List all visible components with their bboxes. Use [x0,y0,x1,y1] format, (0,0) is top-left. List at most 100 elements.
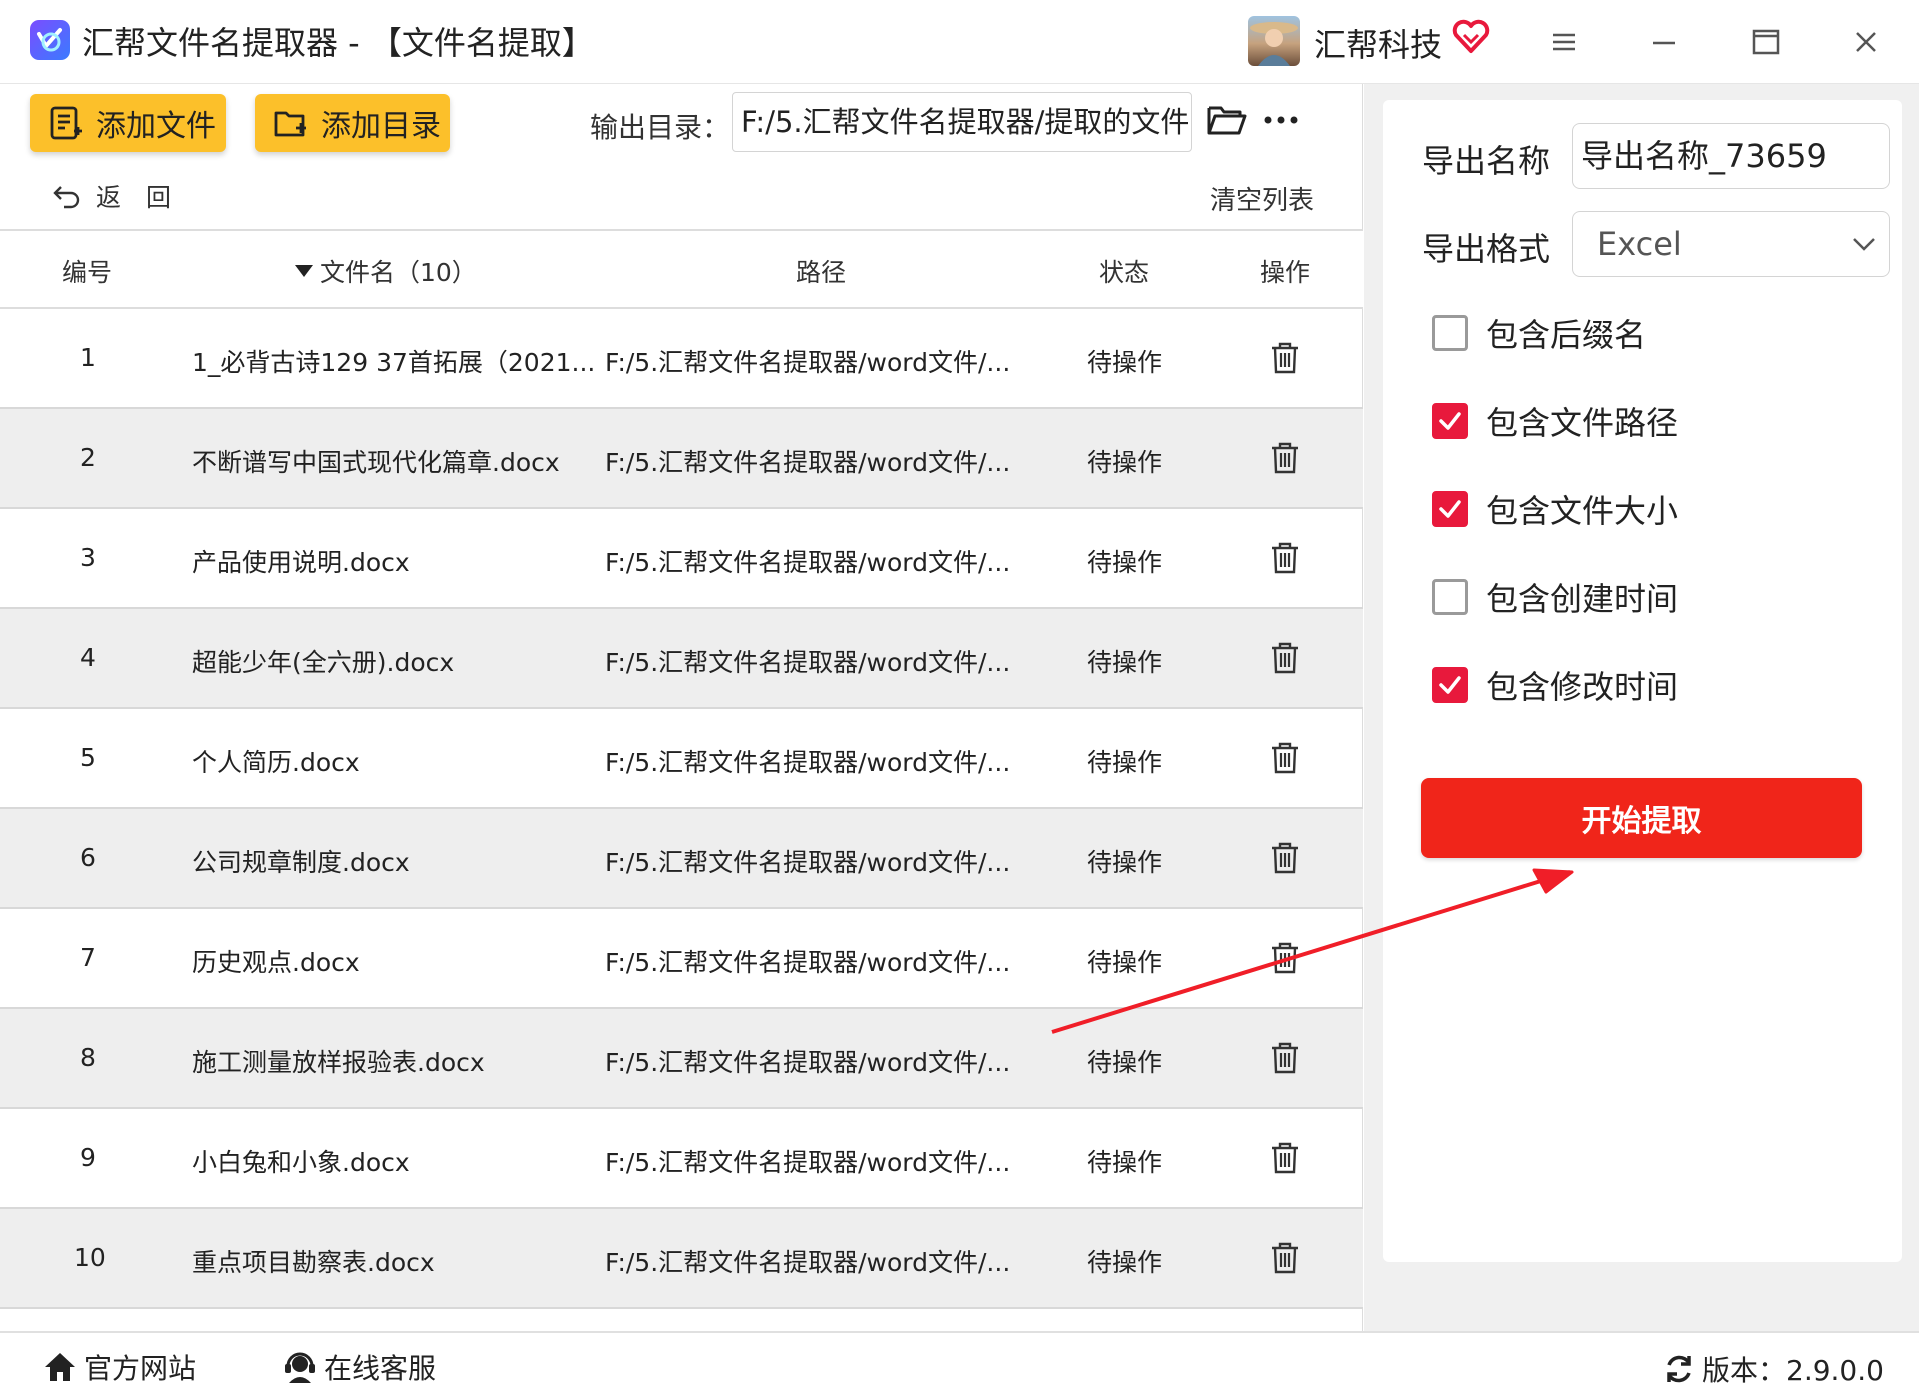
online-service-label: 在线客服 [324,1352,437,1385]
table-row[interactable]: 6 公司规章制度.docx F:/5.汇帮文件名提取器/word文件/... 待操作 [0,809,1363,909]
chevron-down-icon [1853,238,1875,251]
option-3[interactable]: 包含文件大小 [1432,486,1678,532]
trash-icon[interactable] [1270,941,1300,975]
official-website-label: 官方网站 [84,1352,197,1385]
header-status: 状态 [1099,258,1150,287]
online-service-link[interactable]: 在线客服 [282,1347,436,1387]
row-status: 待操作 [1087,648,1163,677]
close-icon[interactable] [1844,20,1888,64]
row-filename: 历史观点.docx [192,948,360,977]
table-row[interactable]: 5 个人简历.docx F:/5.汇帮文件名提取器/word文件/... 待操作 [0,709,1363,809]
row-status: 待操作 [1087,1048,1163,1077]
row-status: 待操作 [1087,348,1163,377]
export-name-input[interactable]: 导出名称_73659 [1572,123,1890,189]
checkbox-unchecked[interactable] [1432,579,1468,615]
row-status: 待操作 [1087,1148,1163,1177]
checkmark-icon [1439,676,1461,694]
row-index: 7 [80,943,96,972]
maximize-icon[interactable] [1744,20,1788,64]
header-filename[interactable]: 文件名（10） [294,253,477,289]
export-format-label: 导出格式 [1422,230,1551,268]
trash-icon[interactable] [1270,541,1300,575]
row-status: 待操作 [1087,848,1163,877]
add-file-icon [50,106,82,140]
refresh-icon[interactable] [1662,1352,1696,1386]
trash-icon[interactable] [1270,641,1300,675]
checkbox-checked[interactable] [1432,667,1468,703]
trash-icon[interactable] [1270,1241,1300,1275]
table-row[interactable]: 1 1_必背古诗129 37首拓展（2021... F:/5.汇帮文件名提取器/wo… [0,309,1363,409]
row-index: 5 [80,743,96,772]
trash-icon[interactable] [1270,841,1300,875]
row-path: F:/5.汇帮文件名提取器/word文件/... [605,1248,1011,1277]
app-logo-icon [30,20,70,60]
add-folder-icon [274,111,306,137]
folder-open-icon[interactable] [1206,100,1248,140]
more-icon[interactable] [1262,110,1300,130]
version-info: 版本：2.9.0.0 [1662,1349,1884,1389]
row-filename: 1_必背古诗129 37首拓展（2021... [192,348,596,377]
table-row[interactable]: 9 小白兔和小象.docx F:/5.汇帮文件名提取器/word文件/... 待操作 [0,1109,1363,1209]
table-row[interactable]: 8 施工测量放样报验表.docx F:/5.汇帮文件名提取器/word文件/... 待… [0,1009,1363,1109]
footer: 官方网站 在线客服 版本：2.9.0.0 [0,1331,1919,1399]
option-1[interactable]: 包含后缀名 [1432,310,1646,356]
file-table-body: 1 1_必背古诗129 37首拓展（2021... F:/5.汇帮文件名提取器/wo… [0,309,1363,1309]
window-title: 汇帮文件名提取器 - 【文件名提取】 [82,24,594,62]
table-row[interactable]: 7 历史观点.docx F:/5.汇帮文件名提取器/word文件/... 待操作 [0,909,1363,1009]
checkbox-checked[interactable] [1432,403,1468,439]
row-filename: 公司规章制度.docx [192,848,410,877]
row-index: 10 [74,1243,106,1272]
table-row[interactable]: 10 重点项目勘察表.docx F:/5.汇帮文件名提取器/word文件/... 待操… [0,1209,1363,1309]
row-status: 待操作 [1087,748,1163,777]
trash-icon[interactable] [1270,441,1300,475]
row-filename: 产品使用说明.docx [192,548,410,577]
option-5[interactable]: 包含修改时间 [1432,662,1678,708]
trash-icon[interactable] [1270,1141,1300,1175]
trash-icon[interactable] [1270,1041,1300,1075]
start-extract-button[interactable]: 开始提取 [1421,778,1862,858]
table-row[interactable]: 2 不断谱写中国式现代化篇章.docx F:/5.汇帮文件名提取器/word文件/.… [0,409,1363,509]
header-index: 编号 [62,258,113,287]
row-filename: 施工测量放样报验表.docx [192,1048,485,1077]
vip-heart-icon[interactable] [1452,18,1490,54]
option-label: 包含创建时间 [1486,580,1679,618]
trash-icon[interactable] [1270,341,1300,375]
row-path: F:/5.汇帮文件名提取器/word文件/... [605,748,1011,777]
option-2[interactable]: 包含文件路径 [1432,398,1678,444]
row-index: 6 [80,843,96,872]
menu-icon[interactable] [1542,20,1586,64]
row-index: 9 [80,1143,96,1172]
export-format-select[interactable]: Excel [1572,211,1890,277]
add-file-button[interactable]: 添加文件 [30,94,226,152]
minimize-icon[interactable] [1642,20,1686,64]
row-path: F:/5.汇帮文件名提取器/word文件/... [605,648,1011,677]
row-index: 3 [80,543,96,572]
clear-list-button[interactable]: 清空列表 [1210,180,1314,217]
output-dir-input[interactable]: F:/5.汇帮文件名提取器/提取的文件 [732,92,1192,152]
table-row[interactable]: 3 产品使用说明.docx F:/5.汇帮文件名提取器/word文件/... 待操作 [0,509,1363,609]
headset-icon [285,1352,315,1383]
option-4[interactable]: 包含创建时间 [1432,574,1678,620]
back-label: 返 回 [96,183,172,212]
back-button[interactable]: 返 回 [52,178,171,214]
avatar[interactable] [1248,16,1300,66]
row-index: 8 [80,1043,96,1072]
add-directory-label: 添加目录 [321,109,441,144]
add-directory-button[interactable]: 添加目录 [255,94,450,152]
table-row[interactable]: 4 超能少年(全六册).docx F:/5.汇帮文件名提取器/word文件/... 待… [0,609,1363,709]
file-list-panel: 添加文件 添加目录 输出目录： F:/5.汇帮文件名提取器/提取的文件 返 回 … [0,84,1363,1331]
checkbox-checked[interactable] [1432,491,1468,527]
row-status: 待操作 [1087,1248,1163,1277]
row-filename: 超能少年(全六册).docx [192,648,455,677]
table-header: 编号 文件名（10） 路径 状态 操作 [0,229,1363,309]
trash-icon[interactable] [1270,741,1300,775]
official-website-link[interactable]: 官方网站 [42,1347,196,1387]
checkmark-icon [1439,500,1461,518]
add-file-label: 添加文件 [96,109,216,144]
back-arrow-icon [53,186,80,209]
row-index: 4 [80,643,96,672]
header-filename-label: 文件名（10） [320,258,477,287]
checkbox-unchecked[interactable] [1432,315,1468,351]
row-status: 待操作 [1087,948,1163,977]
output-dir-label: 输出目录： [590,111,731,144]
